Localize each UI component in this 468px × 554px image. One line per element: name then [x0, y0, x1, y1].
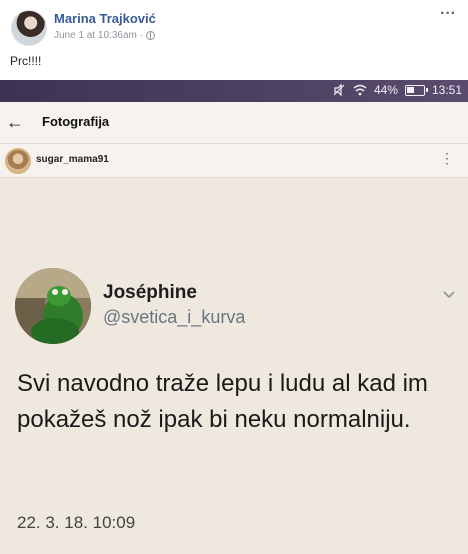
battery-level-fill: [406, 86, 414, 93]
tweet-card: Joséphine @svetica_i_kurva Svi navodno t…: [0, 178, 468, 554]
poster-options-button[interactable]: ⋮: [440, 151, 454, 165]
post-meta: June 1 at 10:36am ·: [54, 30, 156, 41]
phone-status-bar: 44% 13:51: [0, 80, 468, 102]
shared-screenshot-image[interactable]: 44% 13:51 ← Fotografija sugar_mama91 ⋮ J…: [0, 80, 468, 554]
chevron-down-icon: [443, 291, 455, 299]
tweet-avatar: [15, 268, 91, 344]
tweet-display-name: Joséphine: [103, 282, 197, 303]
poster-username[interactable]: sugar_mama91: [36, 154, 109, 165]
poster-row: sugar_mama91 ⋮: [0, 144, 468, 178]
kermit-avatar-image: [15, 268, 91, 344]
tweet-text: Svi navodno traže lepu i ludu al kad im …: [17, 370, 428, 433]
wifi-icon: [353, 84, 367, 96]
status-time: 13:51: [431, 83, 462, 97]
post-text: Prc!!!!: [10, 54, 42, 68]
tweet-handle: @svetica_i_kurva: [103, 307, 246, 327]
author-name[interactable]: Marina Trajković: [54, 11, 156, 26]
battery-percent: 44%: [373, 83, 398, 97]
battery-icon: [404, 84, 428, 96]
poster-avatar[interactable]: [5, 148, 31, 174]
back-arrow-icon[interactable]: ←: [6, 112, 26, 132]
app-toolbar: ← Fotografija: [0, 102, 468, 144]
facebook-post-header: Marina Trajković June 1 at 10:36am · ···…: [0, 0, 468, 80]
toolbar-title: Fotografija: [42, 114, 110, 129]
globe-icon: [146, 31, 156, 40]
tweet-date: 22. 3. 18. 10:09: [17, 513, 136, 532]
post-options-button[interactable]: ···: [440, 5, 456, 23]
mute-icon: [333, 83, 345, 97]
author-avatar[interactable]: [11, 10, 47, 46]
post-timestamp[interactable]: June 1 at 10:36am: [54, 30, 137, 41]
status-icons: 44% 13:51: [332, 83, 462, 97]
meta-separator: ·: [139, 30, 144, 41]
